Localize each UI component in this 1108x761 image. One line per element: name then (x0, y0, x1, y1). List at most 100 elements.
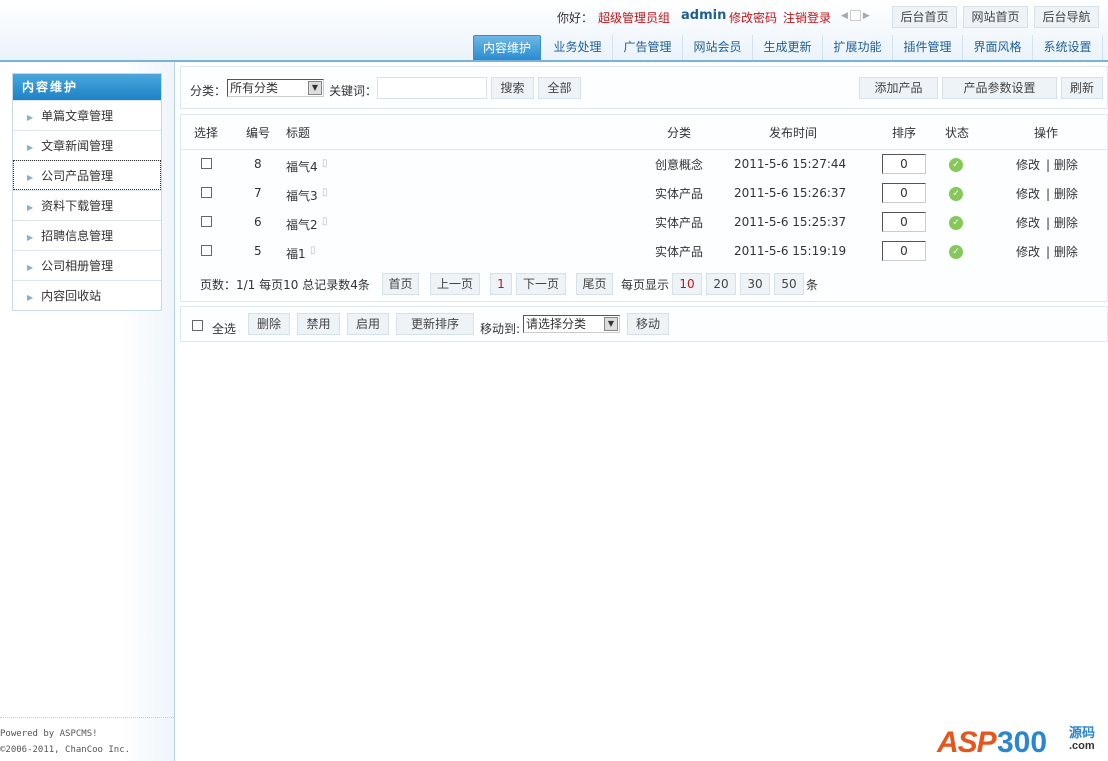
column-header-category: 分类 (667, 126, 692, 140)
admin-nav-button[interactable]: 后台导航 (1034, 6, 1099, 28)
bulk-enable-button[interactable]: 启用 (347, 313, 389, 335)
move-category-select[interactable]: 请选择分类 ▼ (523, 315, 620, 333)
current-page[interactable]: 1 (490, 273, 512, 295)
first-page-button[interactable]: 首页 (382, 273, 419, 295)
chevron-right-icon: ▶ (27, 263, 34, 272)
add-product-button[interactable]: 添加产品 (859, 77, 938, 99)
logout-link[interactable]: 注销登录 (783, 9, 831, 26)
row-checkbox[interactable] (201, 216, 212, 227)
row-edit-link[interactable]: 修改 (1016, 243, 1040, 260)
row-title-link[interactable]: 福气3 (286, 187, 318, 204)
move-button[interactable]: 移动 (627, 313, 669, 335)
row-order-input[interactable]: 0 (882, 212, 926, 232)
row-delete-link[interactable]: | 删除 (1046, 185, 1078, 202)
row-checkbox[interactable] (201, 187, 212, 198)
category-select[interactable]: 所有分类 ▼ (227, 79, 324, 97)
document-icon: ▯ (322, 187, 328, 198)
column-header-date: 发布时间 (769, 126, 818, 140)
row-delete-link[interactable]: | 删除 (1046, 214, 1078, 231)
row-edit-link[interactable]: 修改 (1016, 185, 1040, 202)
keyword-input[interactable] (377, 77, 487, 99)
row-edit-link[interactable]: 修改 (1016, 156, 1040, 173)
last-page-button[interactable]: 尾页 (576, 273, 613, 295)
bulk-disable-button[interactable]: 禁用 (297, 313, 340, 335)
sidebar-item-label: 公司产品管理 (41, 169, 114, 183)
prev-page-button[interactable]: 上一页 (430, 273, 480, 295)
sidebar-item-jobs[interactable]: ▶ 招聘信息管理 (13, 220, 161, 250)
sidebar-item-album[interactable]: ▶ 公司相册管理 (13, 250, 161, 280)
select-all-checkbox[interactable] (192, 320, 203, 331)
tab-extensions[interactable]: 扩展功能 (823, 35, 893, 60)
page-size-10[interactable]: 10 (672, 273, 702, 295)
update-order-button[interactable]: 更新排序 (396, 313, 474, 335)
toggle-arrows-icon[interactable]: ◀ ▶ (841, 10, 870, 21)
column-header-status: 状态 (945, 126, 970, 140)
refresh-button[interactable]: 刷新 (1061, 77, 1103, 99)
row-category: 创意概念 (655, 158, 704, 172)
category-label: 分类： (190, 84, 227, 98)
column-header-order: 排序 (892, 126, 917, 140)
sidebar-item-recycle[interactable]: ▶ 内容回收站 (13, 280, 161, 310)
row-title-link[interactable]: 福气2 (286, 216, 318, 233)
row-checkbox[interactable] (201, 245, 212, 256)
chevron-right-icon: ▶ (27, 293, 34, 302)
status-enabled-icon[interactable]: ✓ (949, 245, 963, 259)
row-date: 2011-5-6 15:19:19 (734, 244, 847, 258)
sidebar-item-news[interactable]: ▶ 文章新闻管理 (13, 130, 161, 160)
document-icon: ▯ (322, 216, 328, 227)
pager-info: 页数：1/1 每页10 总记录数4条 (200, 278, 370, 292)
column-header-id: 编号 (246, 126, 271, 140)
user-group: 超级管理员组 (598, 11, 671, 25)
document-icon: ▯ (310, 245, 316, 256)
sidebar-item-products[interactable]: ▶ 公司产品管理 (13, 160, 161, 190)
page-size-50[interactable]: 50 (774, 273, 804, 295)
sidebar-title: 内容维护 (13, 74, 161, 100)
sidebar-item-single-article[interactable]: ▶ 单篇文章管理 (13, 100, 161, 130)
row-delete-link[interactable]: | 删除 (1046, 156, 1078, 173)
row-order-input[interactable]: 0 (882, 241, 926, 261)
show-all-button[interactable]: 全部 (538, 77, 581, 99)
chevron-down-icon: ▼ (604, 317, 618, 331)
tab-settings[interactable]: 系统设置 (1033, 35, 1103, 60)
row-delete-link[interactable]: | 删除 (1046, 243, 1078, 260)
tab-ads[interactable]: 广告管理 (613, 35, 683, 60)
status-enabled-icon[interactable]: ✓ (949, 187, 963, 201)
search-button[interactable]: 搜索 (491, 77, 534, 99)
select-all-label: 全选 (212, 322, 237, 336)
row-edit-link[interactable]: 修改 (1016, 214, 1040, 231)
tab-plugins[interactable]: 插件管理 (893, 35, 963, 60)
tab-members[interactable]: 网站会员 (683, 35, 753, 60)
row-id: 8 (254, 157, 262, 171)
status-enabled-icon[interactable]: ✓ (949, 158, 963, 172)
row-category: 实体产品 (655, 216, 704, 230)
tab-generate[interactable]: 生成更新 (753, 35, 823, 60)
next-page-button[interactable]: 下一页 (516, 273, 566, 295)
tab-content[interactable]: 内容维护 (473, 35, 541, 60)
row-id: 7 (254, 186, 262, 200)
product-params-button[interactable]: 产品参数设置 (942, 77, 1057, 99)
site-home-button[interactable]: 网站首页 (963, 6, 1028, 28)
per-page-unit: 条 (806, 278, 819, 292)
page-size-20[interactable]: 20 (706, 273, 736, 295)
row-id: 5 (254, 244, 262, 258)
sidebar-item-label: 单篇文章管理 (41, 109, 114, 123)
row-checkbox[interactable] (201, 158, 212, 169)
per-page-label: 每页显示 (621, 278, 670, 292)
greeting: 你好： (557, 11, 594, 25)
sidebar-item-downloads[interactable]: ▶ 资料下载管理 (13, 190, 161, 220)
admin-home-button[interactable]: 后台首页 (892, 6, 957, 28)
tab-theme[interactable]: 界面风格 (963, 35, 1033, 60)
bulk-delete-button[interactable]: 删除 (248, 313, 290, 335)
row-order-input[interactable]: 0 (882, 183, 926, 203)
page-size-30[interactable]: 30 (740, 273, 770, 295)
row-title-link[interactable]: 福气4 (286, 158, 318, 175)
change-password-link[interactable]: 修改密码 (729, 9, 777, 26)
tab-business[interactable]: 业务处理 (543, 35, 613, 60)
row-id: 6 (254, 215, 262, 229)
product-table (180, 114, 1108, 302)
sidebar-item-label: 公司相册管理 (41, 259, 114, 273)
row-order-input[interactable]: 0 (882, 154, 926, 174)
status-enabled-icon[interactable]: ✓ (949, 216, 963, 230)
row-title-link[interactable]: 福1 (286, 245, 306, 262)
chevron-right-icon: ▶ (27, 173, 34, 182)
